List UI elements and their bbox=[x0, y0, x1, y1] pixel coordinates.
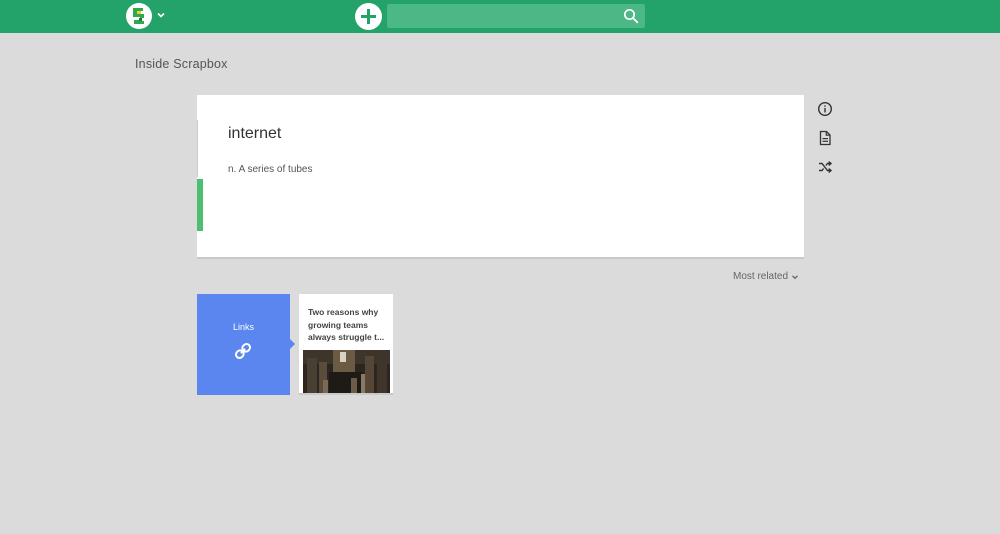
info-icon[interactable] bbox=[817, 101, 833, 117]
related-page-card[interactable]: Two reasons why growing teams always str… bbox=[299, 294, 393, 395]
related-page-title: Two reasons why growing teams always str… bbox=[308, 307, 385, 342]
top-bar bbox=[0, 0, 1000, 33]
search-box bbox=[387, 4, 645, 28]
related-page-thumbnail bbox=[303, 350, 390, 393]
scrapbox-logo-icon bbox=[133, 8, 144, 24]
sort-select[interactable]: Most related bbox=[733, 271, 799, 282]
chevron-down-icon[interactable] bbox=[156, 10, 166, 20]
sort-select-label: Most related bbox=[733, 271, 789, 282]
links-card-pointer bbox=[290, 339, 295, 349]
plus-icon bbox=[361, 9, 376, 24]
page-title[interactable]: internet bbox=[228, 125, 281, 143]
search-input[interactable] bbox=[387, 4, 617, 28]
links-card[interactable]: Links bbox=[197, 294, 290, 395]
shuffle-icon[interactable] bbox=[817, 159, 833, 175]
new-page-button[interactable] bbox=[355, 3, 382, 30]
search-icon[interactable] bbox=[623, 8, 639, 24]
scrapbox-logo[interactable] bbox=[126, 3, 152, 29]
page-card: internet n. A series of tubes bbox=[197, 95, 804, 259]
cursor-line-marker bbox=[197, 179, 203, 231]
project-title[interactable]: Inside Scrapbox bbox=[135, 57, 228, 71]
chevron-down-icon bbox=[792, 274, 798, 279]
link-icon bbox=[234, 342, 252, 360]
links-card-label: Links bbox=[232, 322, 254, 332]
line-indicator bbox=[197, 120, 198, 177]
document-icon[interactable] bbox=[817, 130, 833, 146]
page-line[interactable]: n. A series of tubes bbox=[228, 164, 313, 175]
